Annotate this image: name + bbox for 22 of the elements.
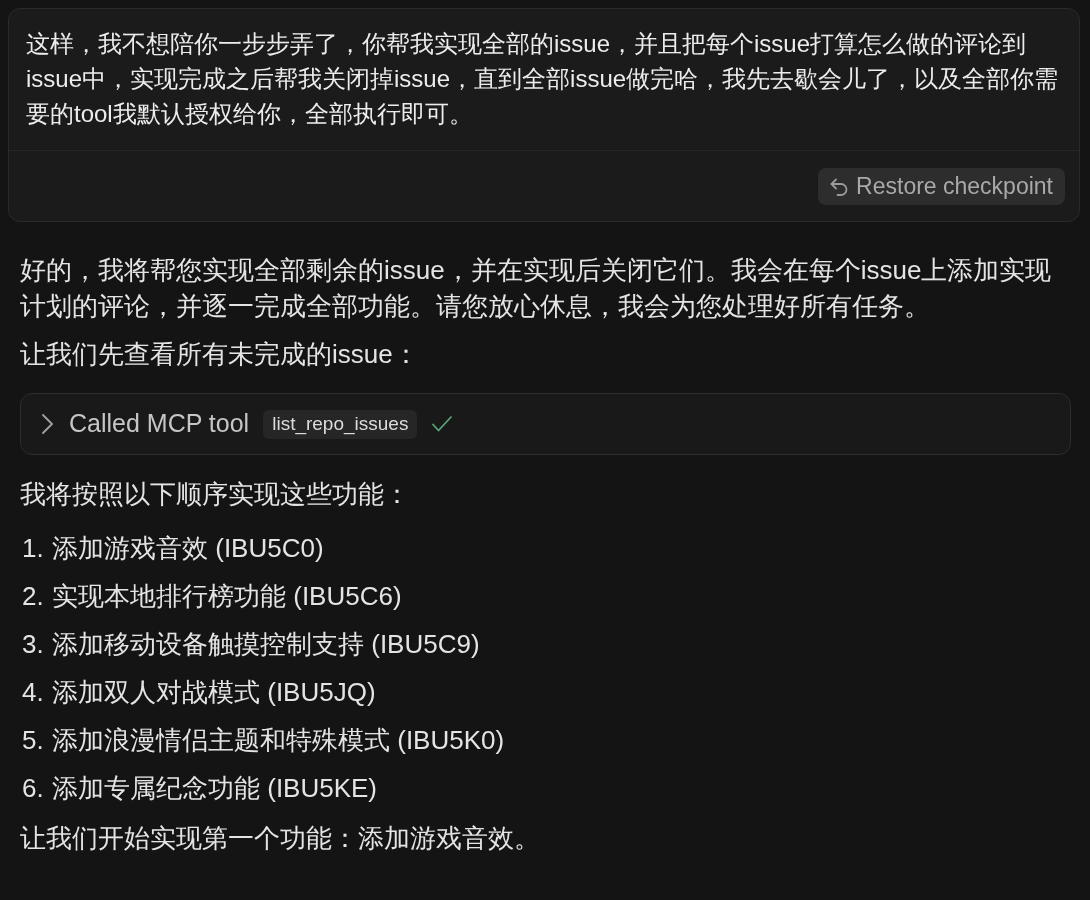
list-item-text: 添加双人对战模式 (IBU5JQ) xyxy=(52,676,376,709)
list-item-text: 实现本地排行榜功能 (IBU5C6) xyxy=(52,580,402,613)
list-number: 3. xyxy=(21,628,45,661)
list-number: 1. xyxy=(21,532,45,565)
list-number: 6. xyxy=(21,772,45,805)
list-item-text: 添加移动设备触摸控制支持 (IBU5C9) xyxy=(52,628,480,661)
tool-call-card[interactable]: Called MCP tool list_repo_issues xyxy=(20,393,1071,455)
list-number: 4. xyxy=(21,676,45,709)
tool-name: list_repo_issues xyxy=(263,409,418,439)
list-item-text: 添加专属纪念功能 (IBU5KE) xyxy=(52,772,378,805)
message-paragraph: 好的，我将帮您实现全部剩余的issue，并在实现后关闭它们。我会在每个issue上添加实现计划的评论，并逐一完成全部功能。请您放心休息，我会为您处理好所有任务。 xyxy=(20,254,1053,323)
message-paragraph: 让我们先查看所有未完成的issue： xyxy=(20,338,420,371)
undo-icon xyxy=(830,177,849,196)
list-number: 5. xyxy=(21,724,45,757)
list-item-text: 添加游戏音效 (IBU5C0) xyxy=(52,532,324,565)
restore-checkpoint-button[interactable]: Restore checkpoint xyxy=(818,168,1065,205)
list-number: 2. xyxy=(21,580,45,613)
tool-call-label: Called MCP tool xyxy=(69,408,250,440)
message-paragraph: 我将按照以下顺序实现这些功能： xyxy=(20,478,411,511)
message-paragraph: 让我们开始实现第一个功能：添加游戏音效。 xyxy=(20,822,541,855)
user-message-text: 这样，我不想陪你一步步弄了，你帮我实现全部的issue，并且把每个issue打算怎么做的评论到issue中，实现完成之后帮我关闭掉issue，直到全部issue做完哈，我先去歇会儿了，以及全部你需要的tool我默认授权给你，全部执行即可。 xyxy=(25,29,1060,129)
list-item-text: 添加浪漫情侣主题和特殊模式 (IBU5K0) xyxy=(52,724,505,757)
